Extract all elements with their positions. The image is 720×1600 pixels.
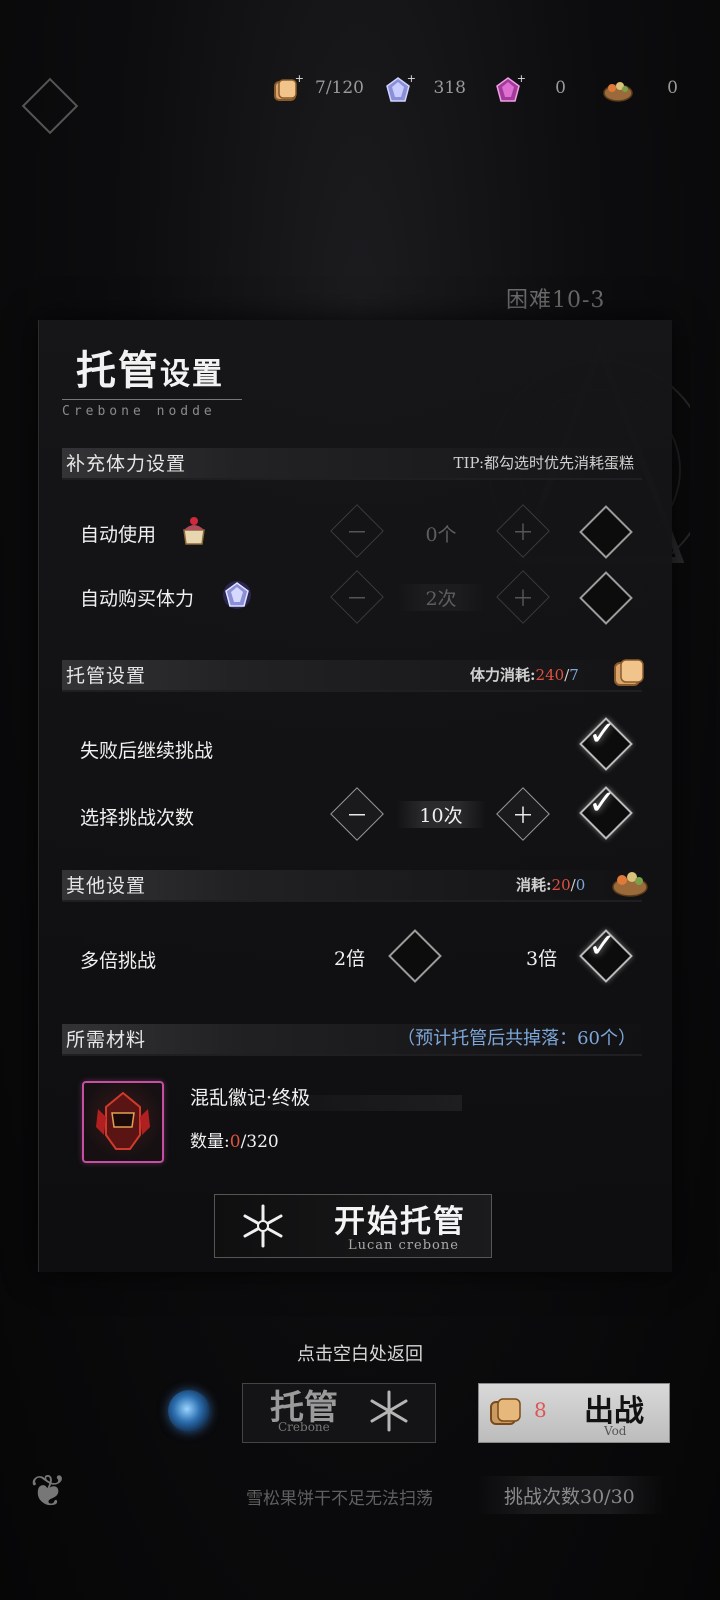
section-title-auto: 托管设置 bbox=[66, 665, 147, 687]
snowflake-icon bbox=[243, 1204, 283, 1248]
check-icon: ✓ bbox=[588, 714, 617, 754]
count-value: 10次 bbox=[396, 801, 486, 828]
food-value: 0 bbox=[667, 78, 678, 98]
portal-orb-icon[interactable] bbox=[168, 1390, 210, 1432]
stamina-tip: TIP:都勾选时优先消耗蛋糕 bbox=[453, 454, 634, 472]
panel-title: 托管设置 bbox=[76, 347, 224, 394]
drop-estimate: （预计托管后共掉落：60个） bbox=[397, 1028, 636, 1049]
start-auto-sublabel: Lucan crebone bbox=[348, 1238, 459, 1253]
food-basket-icon bbox=[612, 872, 648, 897]
sortie-sublabel: Vod bbox=[604, 1424, 627, 1438]
resource-purple-crystal[interactable]: + bbox=[494, 72, 526, 104]
stamina-cost: 体力消耗:240/7 bbox=[470, 666, 579, 684]
panel-subtitle: Crebone nodde bbox=[62, 404, 216, 419]
continue-on-fail-label: 失败后继续挑战 bbox=[80, 740, 214, 762]
auto-use-label: 自动使用 bbox=[80, 524, 157, 546]
stamina-value: 7/120 bbox=[315, 78, 364, 98]
purple-crystal-icon: + bbox=[494, 72, 526, 104]
bread-icon bbox=[490, 1398, 521, 1425]
helmet-icon bbox=[96, 1091, 150, 1150]
select-count-label: 选择挑战次数 bbox=[80, 807, 195, 829]
food-basket-icon bbox=[602, 76, 634, 104]
material-name: 混乱徽记·终极 bbox=[190, 1087, 311, 1109]
material-item-slot[interactable] bbox=[82, 1081, 164, 1163]
check-icon: ✓ bbox=[588, 926, 617, 966]
auto-buy-label: 自动购买体力 bbox=[80, 588, 195, 610]
blue-crystal-value: 318 bbox=[433, 78, 466, 98]
tap-to-return-hint[interactable]: 点击空白处返回 bbox=[0, 1340, 720, 1366]
resource-blue-crystal[interactable]: + bbox=[384, 72, 416, 104]
snowflake-icon bbox=[370, 1390, 408, 1432]
resource-food bbox=[602, 76, 634, 104]
section-title-materials: 所需材料 bbox=[66, 1029, 147, 1051]
purple-crystal-value: 0 bbox=[555, 78, 566, 98]
title-underline bbox=[62, 399, 242, 400]
crystal-icon bbox=[223, 581, 251, 609]
cake-icon bbox=[183, 517, 205, 545]
check-icon: ✓ bbox=[588, 783, 617, 823]
sweep-warning: 雪松果饼干不足无法扫荡 bbox=[246, 1489, 433, 1509]
stage-label: 困难10-3 bbox=[506, 288, 606, 313]
start-auto-label: 开始托管 bbox=[334, 1204, 466, 1240]
back-logo-icon[interactable] bbox=[21, 77, 79, 135]
game-logo-icon: ❦ bbox=[30, 1466, 67, 1517]
section-title-stamina: 补充体力设置 bbox=[66, 453, 187, 475]
challenge-count: 挑战次数30/30 bbox=[504, 1486, 635, 1508]
auto-buy-value: 2次 bbox=[396, 584, 486, 611]
blue-crystal-icon: + bbox=[384, 72, 416, 104]
auto-use-value: 0个 bbox=[425, 524, 457, 546]
section-title-other: 其他设置 bbox=[66, 875, 147, 897]
material-quantity: 数量:0/320 bbox=[190, 1132, 279, 1152]
auto-battle-sublabel: Crebone bbox=[278, 1420, 330, 1434]
resource-stamina[interactable]: + bbox=[272, 72, 304, 104]
multi-3x-label: 3倍 bbox=[526, 948, 558, 970]
other-cost: 消耗:20/0 bbox=[516, 876, 586, 894]
bread-icon bbox=[614, 659, 644, 686]
bread-icon: + bbox=[272, 72, 304, 104]
sortie-cost: 8 bbox=[534, 1398, 547, 1422]
multi-2x-label: 2倍 bbox=[334, 948, 366, 970]
multi-challenge-label: 多倍挑战 bbox=[80, 950, 157, 972]
